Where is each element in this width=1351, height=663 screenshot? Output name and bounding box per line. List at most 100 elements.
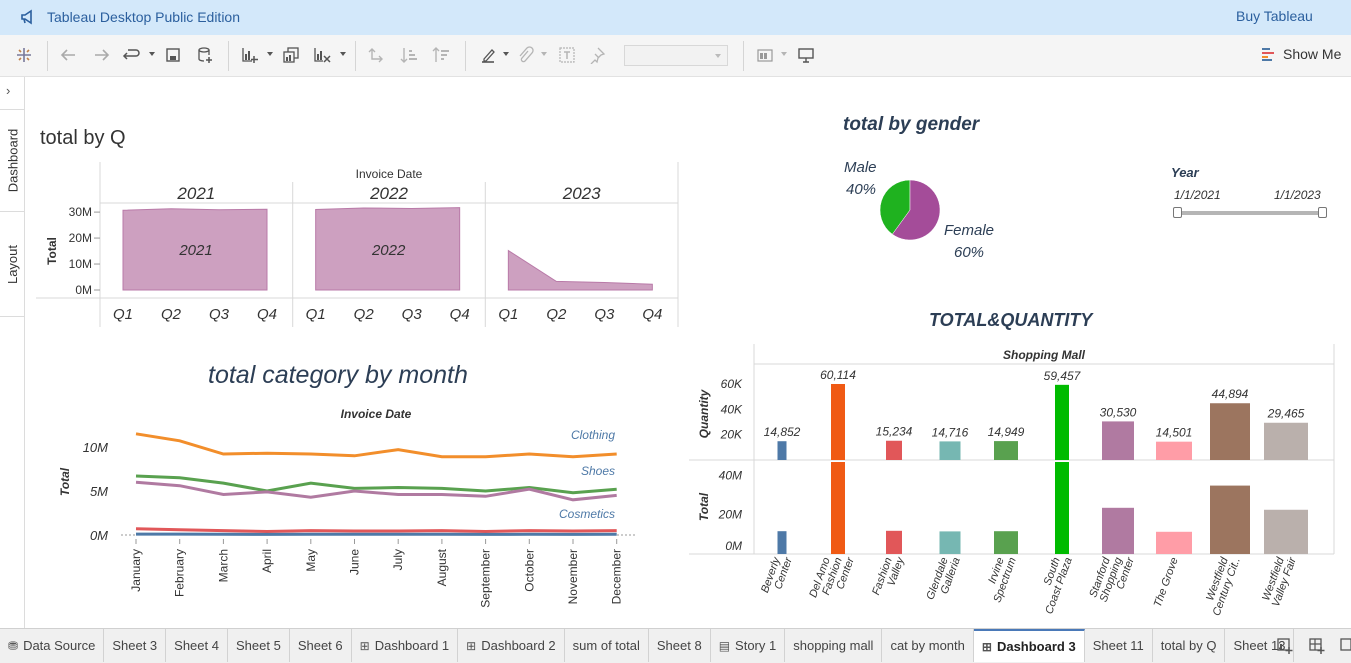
tq-quantity-label: 44,894 bbox=[1212, 387, 1249, 401]
tq-total-bar[interactable] bbox=[886, 530, 902, 554]
group-dropdown-icon[interactable] bbox=[541, 52, 547, 56]
sheet-tab[interactable]: ⊞ Dashboard 2 bbox=[458, 629, 565, 662]
total-quantity-title: TOTAL&QUANTITY bbox=[929, 310, 1093, 330]
sheet-tab[interactable]: Sheet 6 bbox=[290, 629, 352, 662]
fit-dropdown[interactable] bbox=[624, 45, 728, 66]
undo-icon[interactable] bbox=[58, 44, 80, 66]
sheet-tab[interactable]: sum of total bbox=[565, 629, 649, 662]
total-by-q-chart[interactable]: Invoice Date Total 30M 20M 10M 0M 2021 2021 Q… bbox=[26, 162, 686, 332]
tq-total-bar[interactable] bbox=[1210, 485, 1250, 554]
presentation-mode-icon[interactable] bbox=[795, 44, 817, 66]
save-icon[interactable] bbox=[162, 44, 184, 66]
tq-quantity-bar[interactable] bbox=[1264, 422, 1308, 460]
tq-quantity-bar[interactable] bbox=[1210, 403, 1250, 460]
buy-tableau-link[interactable]: Buy Tableau bbox=[1236, 8, 1313, 24]
sheet-tab-label: shopping mall bbox=[793, 638, 874, 653]
tq-quantity-bar[interactable] bbox=[994, 441, 1018, 460]
fix-axes-icon[interactable] bbox=[587, 44, 609, 66]
new-worksheet-dropdown-icon[interactable] bbox=[267, 52, 273, 56]
highlight-dropdown-icon[interactable] bbox=[503, 52, 509, 56]
sort-ascending-icon[interactable] bbox=[398, 44, 420, 66]
sheet-tab[interactable]: shopping mall bbox=[785, 629, 883, 662]
tq-quantity-bar[interactable] bbox=[886, 440, 902, 460]
q-quarter-label: Q3 bbox=[402, 306, 423, 323]
sheet-tab-label: cat by month bbox=[890, 638, 965, 653]
sheet-tab[interactable]: Sheet 4 bbox=[166, 629, 228, 662]
clear-sheet-icon[interactable] bbox=[311, 44, 333, 66]
sheet-tab-label: Sheet 5 bbox=[235, 638, 281, 653]
cm-series-label: Shoes bbox=[581, 464, 615, 478]
tq-total-bar[interactable] bbox=[1055, 462, 1069, 554]
sheet-tab[interactable]: Sheet 8 bbox=[649, 629, 711, 662]
sheet-tab[interactable]: ▤ Story 1 bbox=[711, 629, 786, 662]
tq-quantity-label: 14,716 bbox=[932, 425, 969, 439]
replay-icon[interactable] bbox=[120, 44, 142, 66]
tq-quantity-bar[interactable] bbox=[831, 384, 845, 460]
tq-total-bar[interactable] bbox=[777, 531, 787, 554]
tq-total-bar[interactable] bbox=[1264, 509, 1308, 554]
tq-mall-label: The Grove bbox=[1152, 556, 1181, 609]
duplicate-sheet-icon[interactable] bbox=[280, 44, 302, 66]
tableau-logo-icon[interactable] bbox=[13, 44, 35, 66]
year-slider-start-handle[interactable] bbox=[1173, 207, 1182, 218]
sheet-tab[interactable]: Sheet 11 bbox=[1085, 629, 1153, 662]
show-cards-dropdown-icon[interactable] bbox=[781, 52, 787, 56]
tq-quantity-label: 60,114 bbox=[820, 368, 856, 382]
tq-total-bar[interactable] bbox=[1156, 531, 1192, 554]
sheet-tab[interactable]: Sheet 5 bbox=[228, 629, 290, 662]
sheet-tab[interactable]: Sheet 3 bbox=[104, 629, 167, 662]
tq-qty-tick-label: 40K bbox=[721, 402, 743, 416]
category-month-title: total category by month bbox=[208, 361, 468, 389]
new-data-source-icon[interactable] bbox=[194, 44, 216, 66]
cm-line-series[interactable] bbox=[135, 527, 617, 534]
tq-total-bar[interactable] bbox=[939, 531, 961, 554]
q-quarter-label: Q2 bbox=[354, 306, 375, 323]
total-quantity-chart[interactable]: Shopping Mall Quantity Total 60K 40K 20K 40… bbox=[686, 342, 1351, 628]
show-cards-icon[interactable] bbox=[755, 44, 777, 66]
new-sheet-icon[interactable] bbox=[1276, 637, 1294, 655]
layout-side-tab-label: Layout bbox=[5, 244, 21, 284]
q-y-tick-label: 10M bbox=[69, 257, 92, 271]
layout-side-tab[interactable]: Layout bbox=[0, 211, 25, 317]
sort-descending-icon[interactable] bbox=[430, 44, 452, 66]
tq-quantity-bar[interactable] bbox=[1102, 421, 1134, 460]
q-y-tick-label: 20M bbox=[69, 231, 92, 245]
tq-total-bar[interactable] bbox=[994, 531, 1018, 554]
tq-quantity-label: 14,852 bbox=[764, 425, 801, 439]
tq-quantity-bar[interactable] bbox=[1156, 441, 1192, 460]
q-area-2023[interactable] bbox=[507, 249, 653, 291]
sheet-tab[interactable]: cat by month bbox=[882, 629, 974, 662]
dashboard-side-tab[interactable]: Dashboard bbox=[0, 109, 25, 211]
expand-panel-chevron-icon[interactable]: › bbox=[6, 83, 10, 98]
clear-sheet-dropdown-icon[interactable] bbox=[340, 52, 346, 56]
new-worksheet-icon[interactable] bbox=[239, 44, 261, 66]
sheet-tab[interactable]: ⊞ Dashboard 1 bbox=[352, 629, 459, 662]
cm-line-series[interactable] bbox=[135, 480, 617, 502]
sheet-tab[interactable]: total by Q bbox=[1153, 629, 1226, 662]
gender-pie-chart[interactable]: Male 40% Female 60% bbox=[826, 152, 1046, 272]
category-month-chart[interactable]: Invoice Date Total 10M 5M 0M Clothing Shoes… bbox=[26, 404, 666, 626]
redo-icon[interactable] bbox=[90, 44, 112, 66]
sheet-tab[interactable]: ⊞ Dashboard 3 bbox=[973, 629, 1085, 662]
show-me-button[interactable]: Show Me bbox=[1262, 46, 1341, 62]
year-slider-end-handle[interactable] bbox=[1318, 207, 1327, 218]
cm-line-series[interactable] bbox=[135, 432, 617, 459]
year-range-slider[interactable] bbox=[1173, 207, 1327, 218]
show-mark-labels-icon[interactable] bbox=[556, 44, 578, 66]
highlight-icon[interactable] bbox=[477, 44, 499, 66]
tq-total-bar[interactable] bbox=[1102, 507, 1134, 554]
group-members-icon[interactable] bbox=[514, 44, 536, 66]
tq-quantity-bar[interactable] bbox=[1055, 384, 1069, 460]
tq-total-bar[interactable] bbox=[831, 462, 845, 554]
tq-quantity-bar[interactable] bbox=[777, 441, 787, 460]
dashboard-side-tab-label: Dashboard bbox=[5, 128, 21, 193]
swap-rows-columns-icon[interactable] bbox=[366, 44, 388, 66]
new-dashboard-icon[interactable] bbox=[1308, 637, 1326, 655]
app-title: Tableau Desktop Public Edition bbox=[47, 9, 241, 25]
new-story-icon[interactable] bbox=[1339, 637, 1351, 655]
sheet-tab[interactable]: ⛃ Data Source bbox=[0, 629, 105, 662]
sheet-tab-label: Dashboard 2 bbox=[481, 638, 556, 653]
cm-y-tick-label: 10M bbox=[83, 440, 108, 455]
tq-quantity-bar[interactable] bbox=[939, 441, 961, 460]
replay-dropdown-icon[interactable] bbox=[149, 52, 155, 56]
